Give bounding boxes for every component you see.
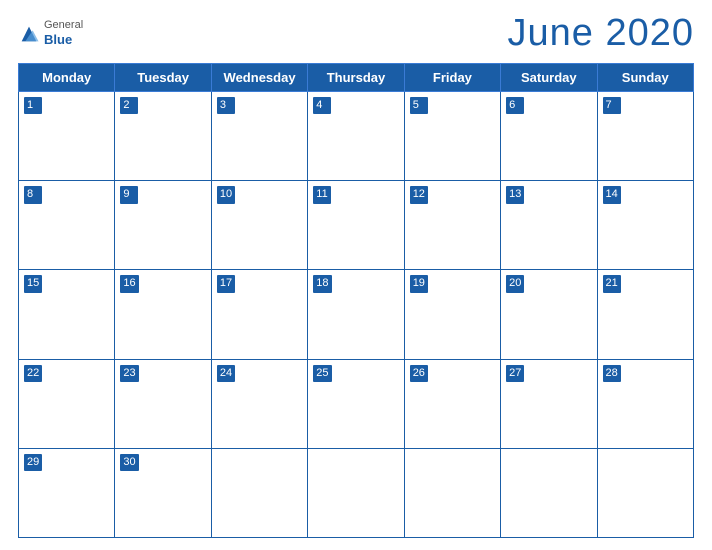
calendar-cell: 5 [404, 92, 500, 181]
logo: General Blue [18, 19, 83, 48]
day-number: 5 [410, 97, 428, 114]
calendar-cell: 3 [211, 92, 307, 181]
day-number: 1 [24, 97, 42, 114]
calendar-header: Monday Tuesday Wednesday Thursday Friday… [19, 64, 694, 92]
calendar-cell: 7 [597, 92, 693, 181]
day-number: 20 [506, 275, 524, 292]
day-number: 24 [217, 365, 235, 382]
col-friday: Friday [404, 64, 500, 92]
calendar-cell: 22 [19, 359, 115, 448]
calendar-cell: 6 [501, 92, 597, 181]
day-number: 15 [24, 275, 42, 292]
day-number: 6 [506, 97, 524, 114]
day-number: 17 [217, 275, 235, 292]
day-number: 18 [313, 275, 331, 292]
day-number: 25 [313, 365, 331, 382]
calendar-table: Monday Tuesday Wednesday Thursday Friday… [18, 63, 694, 538]
day-number: 10 [217, 186, 235, 203]
calendar-body: 1234567891011121314151617181920212223242… [19, 92, 694, 538]
calendar-cell: 28 [597, 359, 693, 448]
calendar-cell: 4 [308, 92, 404, 181]
day-number: 27 [506, 365, 524, 382]
col-thursday: Thursday [308, 64, 404, 92]
col-monday: Monday [19, 64, 115, 92]
day-number: 22 [24, 365, 42, 382]
calendar-week-2: 8 9 10 11 12 13 14 [19, 181, 694, 270]
day-number: 13 [506, 186, 524, 203]
calendar-cell: 17 [211, 270, 307, 359]
header: General Blue June 2020 [18, 12, 694, 55]
calendar-cell: 19 [404, 270, 500, 359]
calendar-cell: 2 [115, 92, 211, 181]
calendar-cell: 15 [19, 270, 115, 359]
calendar-cell [404, 448, 500, 537]
day-number: 21 [603, 275, 621, 292]
logo-general: General [44, 19, 83, 32]
day-number: 9 [120, 186, 138, 203]
logo-icon [18, 23, 40, 45]
calendar-cell: 9 [115, 181, 211, 270]
calendar-cell: 18 [308, 270, 404, 359]
calendar-cell: 26 [404, 359, 500, 448]
day-number: 29 [24, 454, 42, 471]
day-number: 12 [410, 186, 428, 203]
calendar-week-5: 29 30 [19, 448, 694, 537]
calendar-cell: 27 [501, 359, 597, 448]
col-tuesday: Tuesday [115, 64, 211, 92]
calendar-cell: 12 [404, 181, 500, 270]
calendar-cell: 14 [597, 181, 693, 270]
calendar-week-4: 22 23 24 25 26 27 28 [19, 359, 694, 448]
calendar-cell: 29 [19, 448, 115, 537]
calendar-cell: 30 [115, 448, 211, 537]
calendar-cell: 25 [308, 359, 404, 448]
calendar-cell: 16 [115, 270, 211, 359]
day-number: 26 [410, 365, 428, 382]
day-number: 23 [120, 365, 138, 382]
calendar-cell [597, 448, 693, 537]
calendar-week-1: 1 2 3 4 5 6 7 [19, 92, 694, 181]
calendar-cell [211, 448, 307, 537]
calendar-cell: 23 [115, 359, 211, 448]
day-number: 16 [120, 275, 138, 292]
calendar-cell [501, 448, 597, 537]
calendar-cell: 1 [19, 92, 115, 181]
calendar-week-3: 15 16 17 18 19 20 21 [19, 270, 694, 359]
day-number: 7 [603, 97, 621, 114]
calendar-cell: 8 [19, 181, 115, 270]
col-wednesday: Wednesday [211, 64, 307, 92]
calendar-page: General Blue June 2020 Monday Tuesday We… [0, 0, 712, 550]
calendar-cell: 11 [308, 181, 404, 270]
calendar-cell: 10 [211, 181, 307, 270]
logo-blue: Blue [44, 32, 83, 48]
calendar-cell: 21 [597, 270, 693, 359]
day-number: 8 [24, 186, 42, 203]
logo-text: General Blue [44, 19, 83, 48]
calendar-cell: 20 [501, 270, 597, 359]
calendar-cell: 24 [211, 359, 307, 448]
day-number: 2 [120, 97, 138, 114]
month-title: June 2020 [508, 12, 695, 55]
day-number: 11 [313, 186, 331, 203]
calendar-cell: 13 [501, 181, 597, 270]
day-number: 4 [313, 97, 331, 114]
day-number: 19 [410, 275, 428, 292]
day-number: 30 [120, 454, 138, 471]
day-number: 14 [603, 186, 621, 203]
day-number: 28 [603, 365, 621, 382]
col-saturday: Saturday [501, 64, 597, 92]
calendar-cell [308, 448, 404, 537]
day-number: 3 [217, 97, 235, 114]
col-sunday: Sunday [597, 64, 693, 92]
weekday-row: Monday Tuesday Wednesday Thursday Friday… [19, 64, 694, 92]
